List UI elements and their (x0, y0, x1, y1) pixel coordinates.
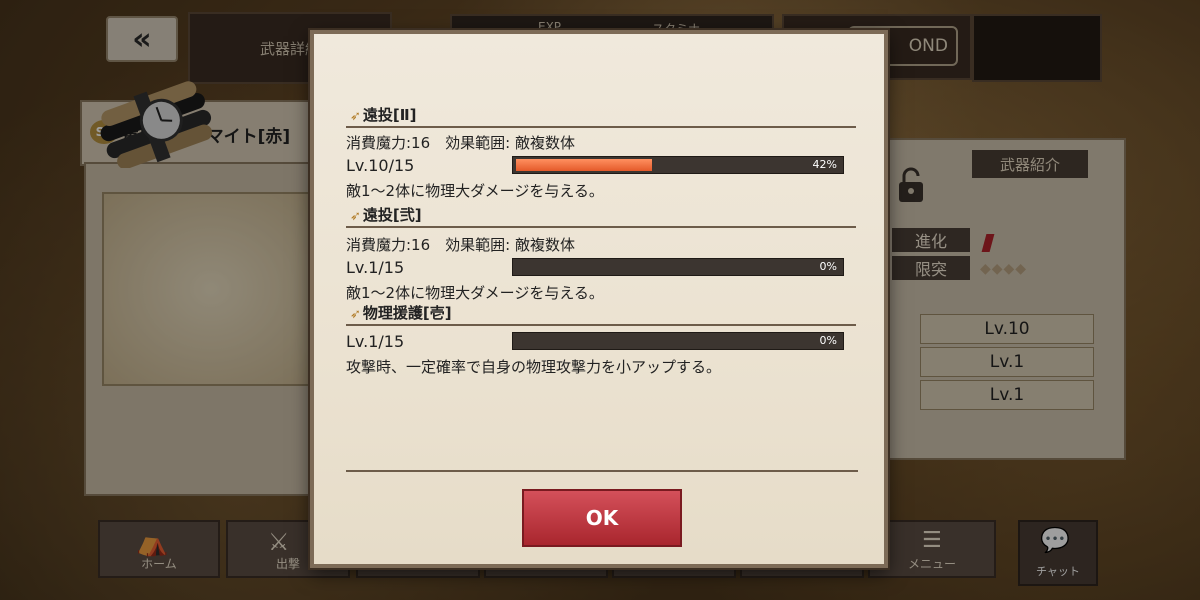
skill-3-level: Lv.1/15 (346, 332, 405, 351)
skill-3-progress-bar: 0% (512, 332, 844, 350)
skill-3-description: 攻撃時、一定確率で自身の物理攻撃力を小アップする。 (346, 358, 722, 376)
dialog-divider (346, 470, 858, 472)
skill-icon: ➶ (350, 109, 361, 124)
skill-1-header: ➶ 遠投[Ⅱ] (346, 106, 856, 128)
skill-1-level: Lv.10/15 (346, 156, 415, 175)
skill-1-progress-pct: 42% (812, 158, 837, 171)
skill-icon: ➶ (350, 307, 361, 322)
skill-1-progress-bar: 42% (512, 156, 844, 174)
ok-button[interactable]: OK (522, 489, 682, 547)
skill-3-header: ➶ 物理援護[壱] (346, 304, 856, 326)
skill-2-header: ➶ 遠投[弐] (346, 206, 856, 228)
skill-2-progress-bar: 0% (512, 258, 844, 276)
skill-2-cost: 消費魔力:16 効果範囲: 敵複数体 (346, 236, 575, 254)
skill-3-progress-pct: 0% (819, 334, 837, 347)
skill-2-description: 敵1～2体に物理大ダメージを与える。 (346, 284, 604, 302)
skill-2-level: Lv.1/15 (346, 258, 405, 277)
skill-1-description: 敵1～2体に物理大ダメージを与える。 (346, 182, 604, 200)
skill-1-progress-fill (516, 159, 653, 171)
skill-2-progress-pct: 0% (819, 260, 837, 273)
skill-detail-dialog: ➶ 遠投[Ⅱ] 消費魔力:16 効果範囲: 敵複数体 Lv.10/15 42% 敵… (310, 30, 888, 568)
skill-1-name: 遠投[Ⅱ] (362, 106, 417, 124)
skill-1-cost: 消費魔力:16 効果範囲: 敵複数体 (346, 134, 575, 152)
skill-2-name: 遠投[弐] (362, 206, 422, 224)
skill-3-name: 物理援護[壱] (362, 304, 452, 322)
skill-icon: ➶ (350, 209, 361, 224)
